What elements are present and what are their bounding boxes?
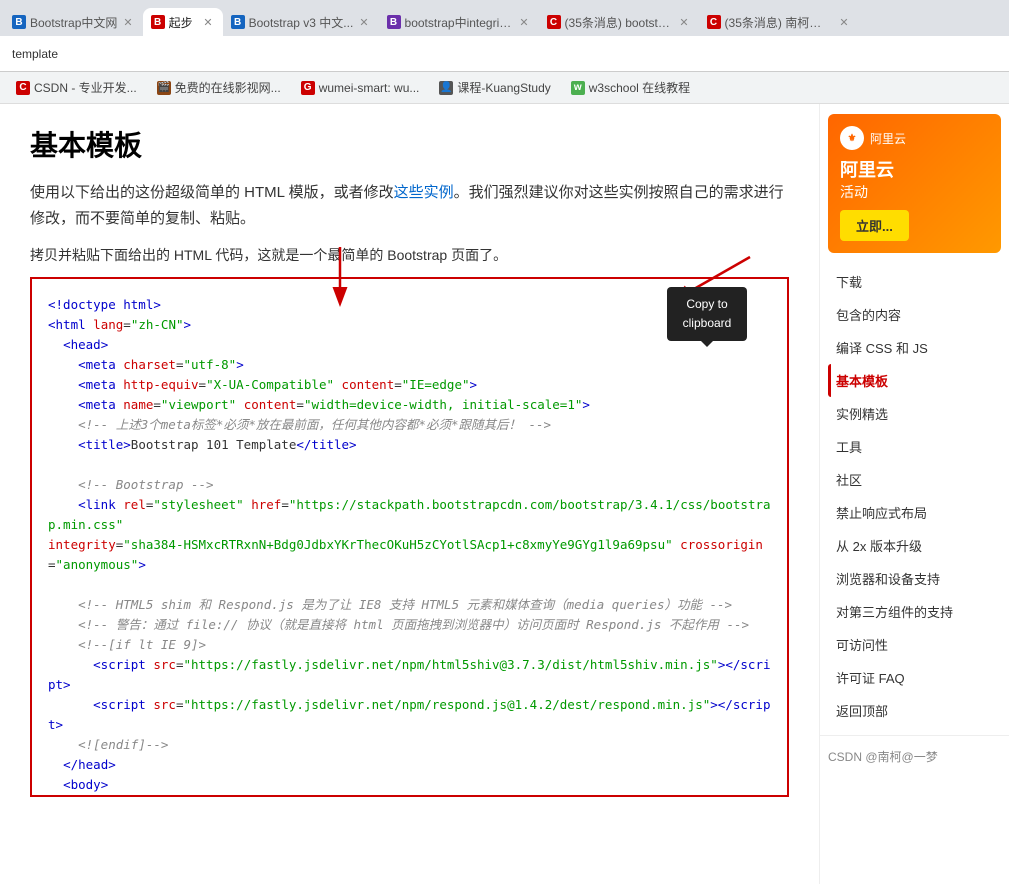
sidebar-nav-label: 可访问性 bbox=[836, 635, 888, 654]
bookmark-label: wumei-smart: wu... bbox=[319, 81, 420, 95]
sidebar-nav: 下载包含的内容编译 CSS 和 JS 基本模板实例精选工具社区禁止响应式布局从 2… bbox=[820, 265, 1009, 727]
bookmark-item[interactable]: 🎬 免费的在线影视网... bbox=[149, 76, 289, 99]
tab-favicon-t4: B bbox=[387, 15, 401, 29]
sidebar-nav-label: 基本模板 bbox=[836, 371, 888, 390]
bookmark-item[interactable]: C CSDN - 专业开发... bbox=[8, 76, 145, 99]
sidebar-nav-item-对第三方组件的支持[interactable]: 对第三方组件的支持 bbox=[828, 595, 1001, 628]
sidebar-nav-item-基本模板[interactable]: 基本模板 bbox=[828, 364, 1001, 397]
sidebar-nav-item-许可证_FAQ[interactable]: 许可证 FAQ bbox=[828, 661, 1001, 694]
sidebar-nav-item-实例精选[interactable]: 实例精选 bbox=[828, 397, 1001, 430]
tab-close-t6[interactable]: ✕ bbox=[837, 15, 850, 30]
bookmarks-bar: C CSDN - 专业开发... 🎬 免费的在线影视网... Gwumei-smart:… bbox=[0, 72, 1009, 104]
sidebar-nav-label: 实例精选 bbox=[836, 404, 888, 423]
bookmark-icon: C bbox=[16, 81, 30, 95]
sidebar-nav-item-编译_CSS_和_JS[interactable]: 编译 CSS 和 JS bbox=[828, 331, 1001, 364]
sidebar-ad-button[interactable]: 立即... bbox=[840, 210, 909, 241]
bookmark-icon: 🎬 bbox=[157, 81, 171, 95]
code-container: Copy to clipboard <!doctype html> <html … bbox=[30, 277, 789, 797]
sidebar-nav-label: 编译 CSS 和 JS bbox=[836, 338, 928, 357]
sidebar-nav-item-下载[interactable]: 下载 bbox=[828, 265, 1001, 298]
bookmark-icon: G bbox=[301, 81, 315, 95]
sidebar-nav-label: 返回顶部 bbox=[836, 701, 888, 720]
tab-favicon-t1: B bbox=[12, 15, 26, 29]
sidebar-nav-label: 工具 bbox=[836, 437, 862, 456]
tab-label-t1: Bootstrap中文网 bbox=[30, 14, 117, 31]
copy-instruction: 拷贝并粘贴下面给出的 HTML 代码，这就是一个最简单的 Bootstrap 页… bbox=[30, 245, 789, 265]
browser-tab-t6[interactable]: C (35条消息) 南柯@一...✕ bbox=[699, 8, 859, 36]
bookmark-label: 免费的在线影视网... bbox=[175, 79, 281, 96]
bookmark-label: 课程-KuangStudy bbox=[457, 79, 550, 96]
tab-favicon-t3: B bbox=[231, 15, 245, 29]
arrow-container: Copy to clipboard <!doctype html> <html … bbox=[30, 277, 789, 797]
copy-tooltip: Copy to clipboard bbox=[667, 287, 747, 341]
tab-close-t3[interactable]: ✕ bbox=[357, 15, 370, 30]
browser-tab-t3[interactable]: B Bootstrap v3 中文...✕ bbox=[223, 8, 379, 36]
page-wrapper: 基本模板 使用以下给出的这份超级简单的 HTML 模版，或者修改这些实例。我们强… bbox=[0, 104, 1009, 884]
intro-paragraph: 使用以下给出的这份超级简单的 HTML 模版，或者修改这些实例。我们强烈建议你对… bbox=[30, 180, 789, 231]
bookmark-icon: w bbox=[571, 81, 585, 95]
sidebar-nav-item-禁止响应式布局[interactable]: 禁止响应式布局 bbox=[828, 496, 1001, 529]
tab-close-t4[interactable]: ✕ bbox=[517, 15, 530, 30]
bookmark-icon: 👤 bbox=[439, 81, 453, 95]
sidebar-nav-label: 包含的内容 bbox=[836, 305, 901, 324]
sidebar-ad-subtitle: 活动 bbox=[840, 182, 989, 202]
tab-favicon-t5: C bbox=[547, 15, 561, 29]
sidebar-nav-label: 下载 bbox=[836, 272, 862, 291]
address-text: template bbox=[12, 47, 58, 61]
sidebar-nav-item-社区[interactable]: 社区 bbox=[828, 463, 1001, 496]
sidebar-nav-label: 许可证 FAQ bbox=[836, 668, 905, 687]
sidebar-nav-label: 浏览器和设备支持 bbox=[836, 569, 940, 588]
page-title: 基本模板 bbox=[30, 124, 789, 164]
tab-close-t2[interactable]: ✕ bbox=[201, 15, 214, 30]
sidebar-ad: ⚜ 阿里云 阿里云 活动 立即... bbox=[828, 114, 1001, 253]
tab-label-t4: bootstrap中integrity什么... bbox=[405, 14, 514, 31]
browser-chrome: BBootstrap中文网✕B起步✕BBootstrap v3 中文...✕Bb… bbox=[0, 0, 1009, 104]
sidebar-footer: CSDN @南柯@一梦 bbox=[820, 735, 1009, 777]
tab-bar: BBootstrap中文网✕B起步✕BBootstrap v3 中文...✕Bb… bbox=[0, 0, 1009, 36]
bookmark-item[interactable]: Gwumei-smart: wu... bbox=[293, 78, 428, 98]
sidebar: ⚜ 阿里云 阿里云 活动 立即... 下载包含的内容编译 CSS 和 JS 基本模… bbox=[819, 104, 1009, 884]
tab-label-t5: (35条消息) bootstrap int... bbox=[565, 14, 674, 31]
sidebar-ad-logo: ⚜ 阿里云 bbox=[840, 126, 989, 150]
browser-tab-t1[interactable]: B Bootstrap中文网 ✕ bbox=[4, 8, 143, 36]
code-block: <!doctype html> <html lang="zh-CN"> <hea… bbox=[48, 295, 771, 797]
aliyun-icon: ⚜ bbox=[840, 126, 864, 150]
sidebar-nav-label: 从 2x 版本升级 bbox=[836, 536, 922, 555]
sidebar-nav-item-返回顶部[interactable]: 返回顶部 bbox=[828, 694, 1001, 727]
sidebar-nav-label: 社区 bbox=[836, 470, 862, 489]
tab-close-t1[interactable]: ✕ bbox=[121, 15, 134, 30]
tab-favicon-t6: C bbox=[707, 15, 721, 29]
browser-tab-t4[interactable]: Bbootstrap中integrity什么...✕ bbox=[379, 8, 539, 36]
sidebar-nav-item-包含的内容[interactable]: 包含的内容 bbox=[828, 298, 1001, 331]
tab-label-t2: 起步 bbox=[169, 14, 198, 31]
browser-tab-t5[interactable]: C (35条消息) bootstrap int...✕ bbox=[539, 8, 699, 36]
tab-label-t3: Bootstrap v3 中文... bbox=[249, 14, 354, 31]
bookmark-item[interactable]: w w3school 在线教程 bbox=[563, 76, 698, 99]
sidebar-nav-label: 禁止响应式布局 bbox=[836, 503, 927, 522]
bookmark-item[interactable]: 👤 课程-KuangStudy bbox=[431, 76, 558, 99]
sidebar-nav-item-浏览器和设备支持[interactable]: 浏览器和设备支持 bbox=[828, 562, 1001, 595]
tab-favicon-t2: B bbox=[151, 15, 165, 29]
main-content: 基本模板 使用以下给出的这份超级简单的 HTML 模版，或者修改这些实例。我们强… bbox=[0, 104, 819, 884]
sidebar-nav-item-从_2x_版本升级[interactable]: 从 2x 版本升级 bbox=[828, 529, 1001, 562]
bookmark-label: w3school 在线教程 bbox=[589, 79, 690, 96]
browser-tab-t2[interactable]: B 起步✕ bbox=[143, 8, 223, 36]
tab-label-t6: (35条消息) 南柯@一... bbox=[725, 14, 834, 31]
example-link[interactable]: 这些实例 bbox=[394, 184, 454, 201]
tab-close-t5[interactable]: ✕ bbox=[677, 15, 690, 30]
sidebar-nav-item-可访问性[interactable]: 可访问性 bbox=[828, 628, 1001, 661]
sidebar-nav-label: 对第三方组件的支持 bbox=[836, 602, 953, 621]
address-bar: template bbox=[0, 36, 1009, 72]
sidebar-nav-item-工具[interactable]: 工具 bbox=[828, 430, 1001, 463]
sidebar-ad-title: 阿里云 bbox=[840, 156, 989, 182]
bookmark-label: CSDN - 专业开发... bbox=[34, 79, 137, 96]
